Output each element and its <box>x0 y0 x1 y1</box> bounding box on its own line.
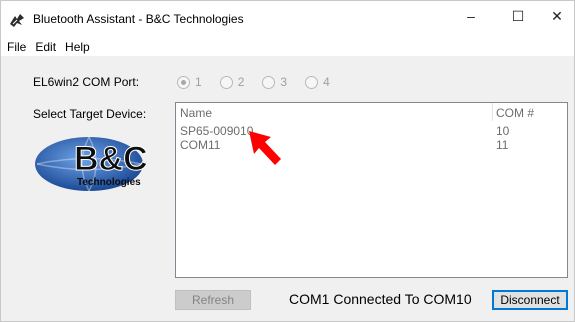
window-title: Bluetooth Assistant - B&C Technologies <box>33 12 244 26</box>
com-port-label: EL6win2 COM Port: <box>33 75 140 89</box>
radio-label: 2 <box>237 75 245 89</box>
device-list-header: Name COM # <box>176 103 567 121</box>
connection-status: COM1 Connected To COM10 <box>289 291 472 307</box>
minimize-button[interactable]: – <box>451 1 491 31</box>
device-com: 10 <box>496 124 510 138</box>
refresh-button[interactable]: Refresh <box>175 290 251 310</box>
column-header-com[interactable]: COM # <box>496 106 534 120</box>
logo-subtext: Technologies <box>77 177 141 188</box>
bluetooth-app-icon <box>10 14 24 27</box>
column-header-name[interactable]: Name <box>180 106 212 120</box>
column-divider[interactable] <box>492 103 493 121</box>
device-com: 11 <box>496 138 509 152</box>
menu-edit[interactable]: Edit <box>30 40 60 54</box>
select-target-label: Select Target Device: <box>33 107 147 121</box>
radio-unchecked-icon <box>219 75 233 89</box>
maximize-button[interactable]: ☐ <box>498 1 538 31</box>
red-arrow-annotation <box>249 131 281 165</box>
device-row[interactable]: SP65-009010 10 <box>176 124 567 138</box>
com-port-radio-4[interactable]: 4 <box>305 75 330 89</box>
app-window: Bluetooth Assistant - B&C Technologies –… <box>0 0 575 322</box>
radio-unchecked-icon <box>262 75 276 89</box>
device-list[interactable]: Name COM # SP65-009010 10 COM11 11 <box>175 102 568 278</box>
disconnect-button[interactable]: Disconnect <box>492 290 568 310</box>
com-port-radio-group: 1 2 3 4 <box>177 75 348 89</box>
radio-label: 3 <box>280 75 288 89</box>
radio-checked-icon <box>177 75 190 89</box>
com-port-radio-1[interactable]: 1 <box>177 75 202 89</box>
menu-file[interactable]: File <box>1 40 30 54</box>
menu-bar: File Edit Help <box>1 37 574 57</box>
com-port-radio-3[interactable]: 3 <box>262 75 287 89</box>
logo-text: B&C <box>74 140 148 178</box>
close-button[interactable]: ✕ <box>537 1 575 31</box>
com-port-radio-2[interactable]: 2 <box>219 75 245 89</box>
radio-label: 4 <box>323 75 330 89</box>
radio-unchecked-icon <box>305 75 319 89</box>
title-bar[interactable]: Bluetooth Assistant - B&C Technologies –… <box>1 1 574 37</box>
radio-label: 1 <box>195 75 202 89</box>
bc-technologies-logo: B&C Technologies <box>35 136 148 192</box>
device-row[interactable]: COM11 11 <box>176 138 567 152</box>
menu-help[interactable]: Help <box>60 40 94 54</box>
device-name: COM11 <box>180 138 221 152</box>
